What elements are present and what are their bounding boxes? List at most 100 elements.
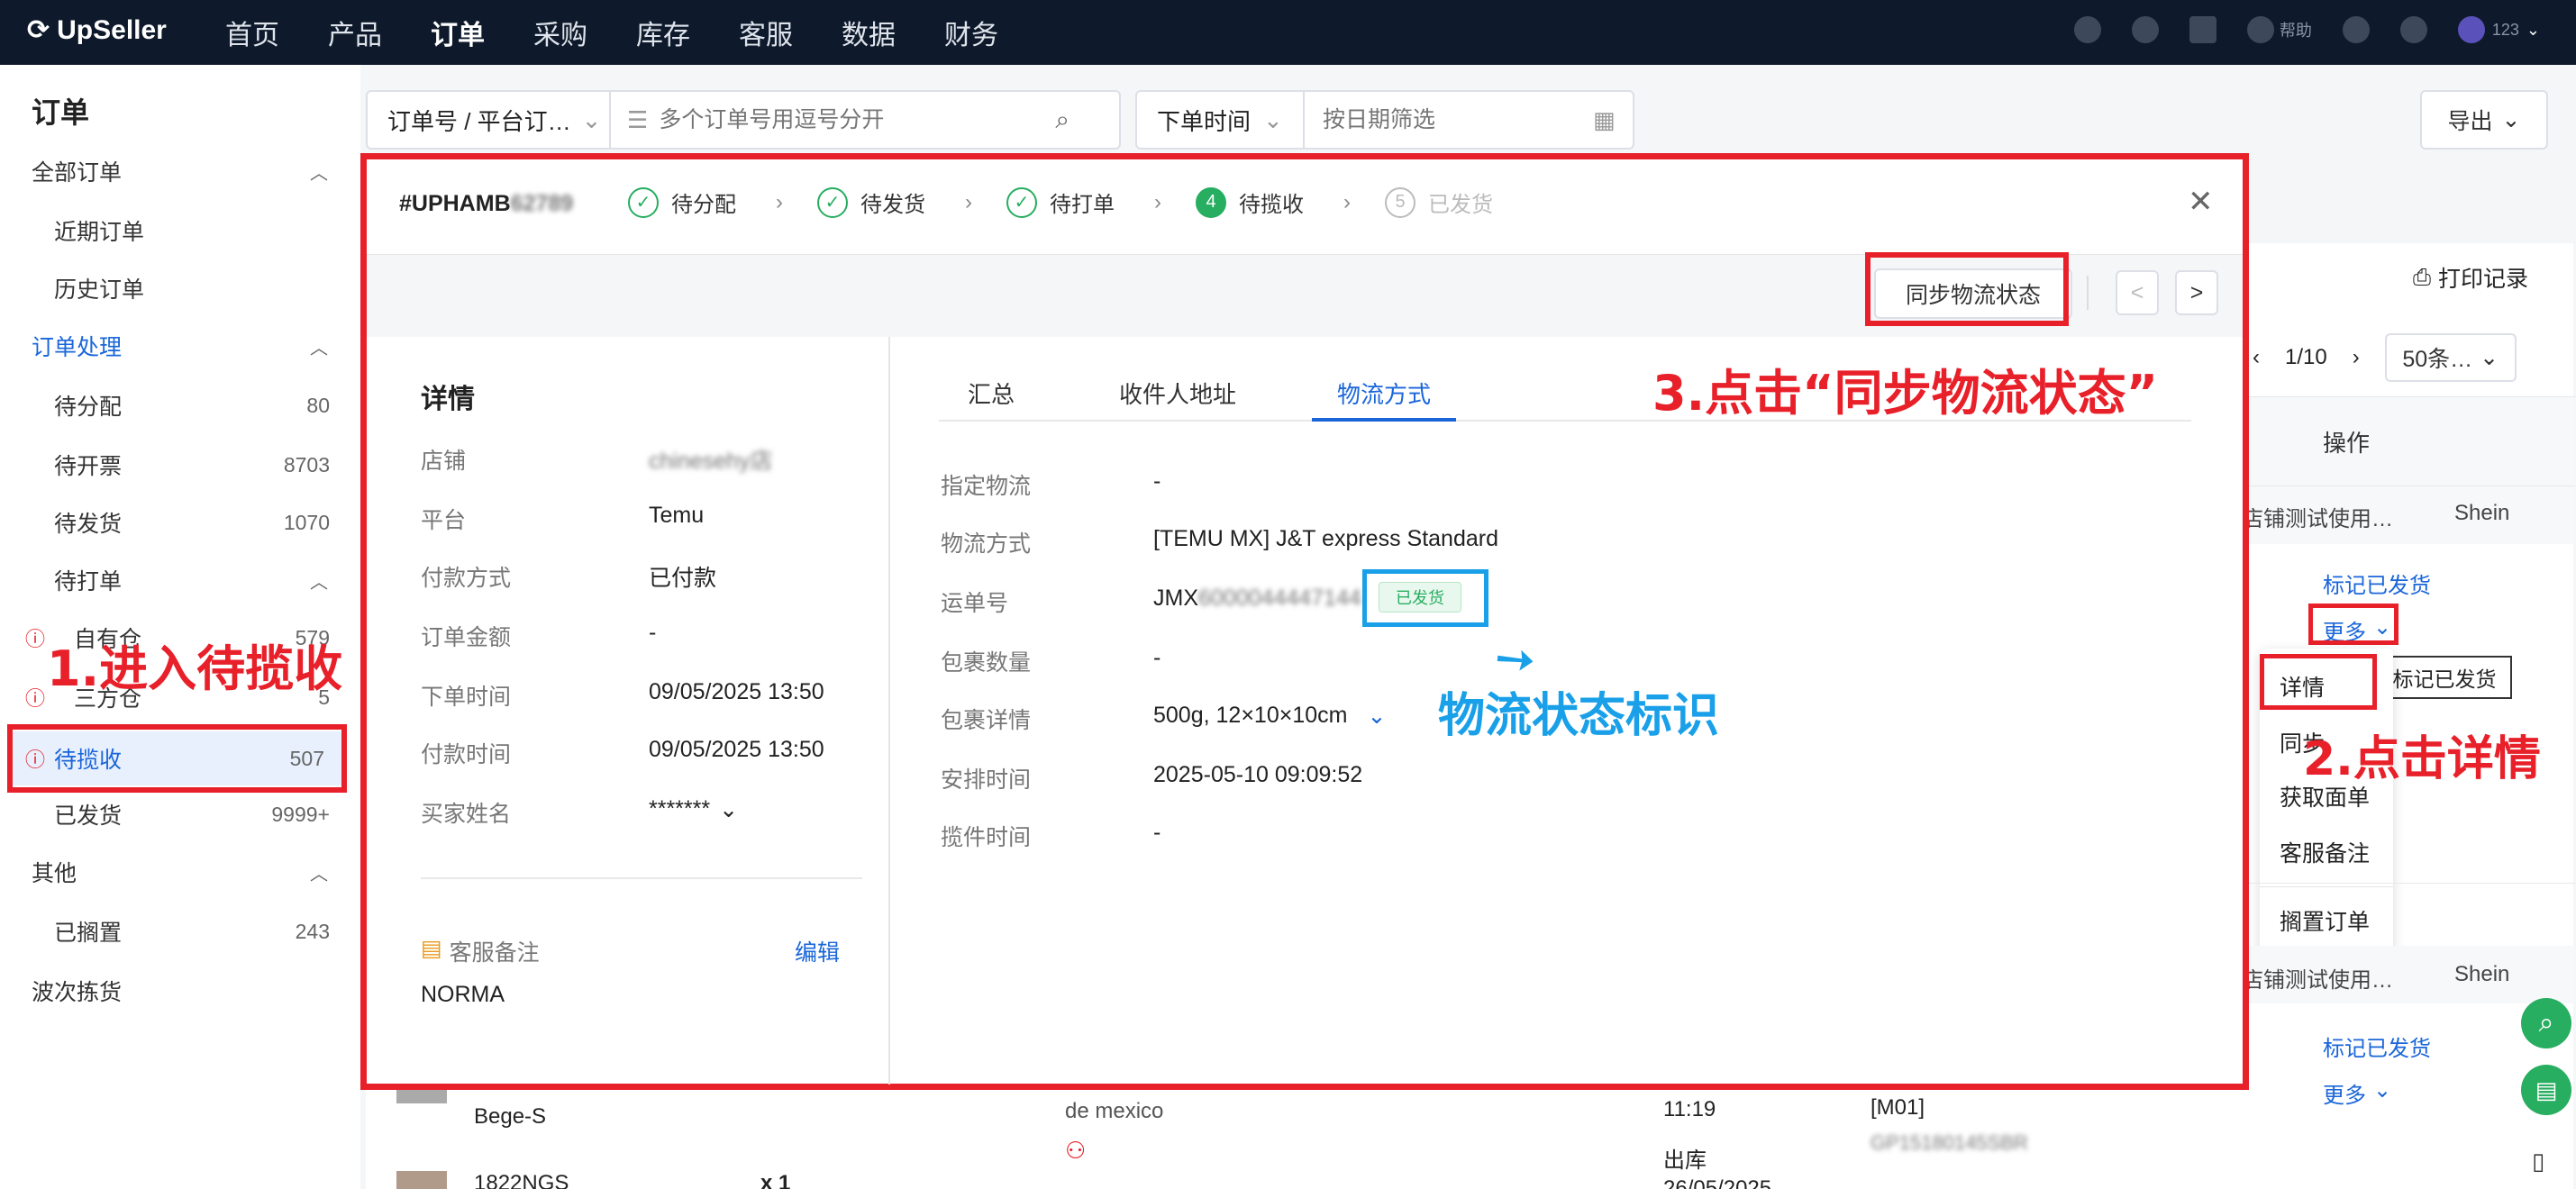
toolbar-divider — [2087, 276, 2089, 310]
nav-inventory[interactable]: 库存 — [636, 13, 690, 52]
nav-service[interactable]: 客服 — [739, 13, 793, 52]
nav-orders[interactable]: 订单 — [431, 13, 485, 52]
tools-icon[interactable] — [2131, 16, 2159, 43]
sidebar-item-label: 全部订单 — [32, 160, 123, 186]
highlight-box-more — [2308, 604, 2399, 645]
chevron-down-icon: ⌄ — [2480, 345, 2499, 370]
order-number-input[interactable] — [659, 106, 1056, 133]
note-label-text: 客服备注 — [449, 940, 540, 966]
date-range-input[interactable] — [1323, 106, 1593, 133]
chevron-right-icon: › — [1154, 189, 1161, 214]
warehouse-text: 出库 — [1663, 1148, 1707, 1173]
settings-icon[interactable] — [2399, 16, 2427, 43]
phone-icon[interactable]: ▯ — [2532, 1148, 2544, 1175]
order-amount-value: - — [649, 620, 657, 645]
sidebar-item-to-invoice[interactable]: 待开票 8703 — [0, 441, 360, 488]
help-label: 帮助 — [2279, 22, 2312, 40]
step-label: 待发货 — [860, 193, 925, 217]
menu-item-hold-order[interactable]: 搁置订单 — [2280, 904, 2370, 937]
tab-recipient-address[interactable]: 收件人地址 — [1119, 377, 1236, 410]
menu-item-service-note[interactable]: 客服备注 — [2280, 836, 2370, 868]
search-icon[interactable]: ⌕ — [1055, 105, 1070, 135]
mark-shipped-link[interactable]: 标记已发货 — [2323, 567, 2431, 599]
sidebar-item-label: 历史订单 — [54, 277, 145, 303]
nav-purchase[interactable]: 采购 — [533, 13, 587, 52]
tab-logistics[interactable]: 物流方式 — [1337, 377, 1431, 410]
globe-icon[interactable] — [2073, 16, 2101, 43]
sidebar-item-label: 待开票 — [54, 454, 123, 479]
diamond-icon — [2457, 16, 2485, 43]
platform-name: Shein — [2454, 962, 2510, 986]
sidebar-item-to-assign[interactable]: 待分配 80 — [0, 382, 360, 429]
order-type-select[interactable]: 订单号 / 平台订… ⌄ — [368, 92, 611, 148]
sidebar-item-shipped[interactable]: 已发货 9999+ — [0, 791, 360, 838]
prev-order-button[interactable]: < — [2116, 270, 2159, 315]
annotation-status-tag: 物流状态标识 — [1438, 689, 1720, 743]
store-value: chinesehy店 — [649, 449, 773, 474]
check-circle-icon: ✓ — [628, 186, 659, 218]
export-button[interactable]: 导出 ⌄ — [2420, 90, 2548, 150]
sidebar-item-on-hold[interactable]: 已搁置 243 — [0, 908, 360, 955]
nav-data[interactable]: 数据 — [842, 13, 896, 52]
sidebar-item-recent-orders[interactable]: 近期订单 — [0, 207, 360, 254]
sidebar-item-wave-picking[interactable]: 波次拣货 — [0, 967, 360, 1014]
row-divider — [2249, 883, 2575, 884]
tooltip: 标记已发货 — [2377, 656, 2512, 699]
date-type-select[interactable]: 下单时间 ⌄ — [1137, 92, 1305, 148]
step-label: 待分配 — [671, 193, 736, 217]
store-name: 店铺测试使用… — [2242, 968, 2393, 993]
buyer-name-toggle[interactable]: ******* ⌄ — [649, 796, 738, 823]
warning-icon: ⓘ — [25, 628, 46, 650]
next-page-icon[interactable]: › — [2353, 345, 2360, 370]
store-name: 店铺测试使用… — [2242, 507, 2393, 531]
printer-icon: ⎙ — [2413, 264, 2432, 290]
book-icon[interactable]: ▤ — [2521, 1065, 2571, 1115]
logistics-label: 指定物流 — [941, 474, 1032, 499]
edit-note-link[interactable]: 编辑 — [795, 935, 840, 967]
more-dropdown[interactable]: 更多 ⌄ — [2323, 1077, 2391, 1109]
sidebar-item-to-ship[interactable]: 待发货 1070 — [0, 499, 360, 546]
date-filter-bar: 下单时间 ⌄ ▦ — [1135, 90, 1634, 150]
annotation-step1: 1.进入待揽收 — [47, 640, 343, 697]
detail-label: 订单金额 — [421, 625, 512, 650]
tracking-number: JMX 6000044447144 — [1153, 585, 1361, 612]
sidebar-group-processing[interactable]: 订单处理 ︿ — [0, 322, 360, 369]
chevron-down-icon: ⌄ — [2373, 1078, 2392, 1103]
help-link[interactable]: 帮助 — [2246, 16, 2312, 43]
print-record-link[interactable]: ⎙ 打印记录 — [2413, 261, 2528, 294]
logistics-label: 包裹详情 — [941, 708, 1032, 733]
bell-icon[interactable] — [2342, 16, 2370, 43]
check-circle-icon: ✓ — [817, 186, 848, 218]
sidebar-item-to-print[interactable]: 待打单 ︿ — [0, 557, 360, 604]
assigned-carrier-value: - — [1153, 468, 1161, 494]
app-logo[interactable]: ⟳ UpSeller — [27, 14, 167, 46]
prev-page-icon[interactable]: ‹ — [2253, 345, 2260, 370]
mark-shipped-link[interactable]: 标记已发货 — [2323, 1030, 2431, 1062]
annotation-step3: 3.点击“同步物流状态” — [1652, 365, 2159, 422]
search-icon[interactable]: ⌕ — [2521, 998, 2571, 1048]
sidebar-item-count: 80 — [306, 393, 330, 417]
nav-finance[interactable]: 财务 — [944, 13, 998, 52]
next-order-button[interactable]: > — [2175, 270, 2218, 315]
calendar-icon[interactable]: ▦ — [1593, 106, 1616, 134]
chevron-right-icon: › — [776, 189, 783, 214]
details-divider — [421, 877, 862, 879]
package-details-toggle[interactable]: 500g, 12×10×10cm ⌄ — [1153, 703, 1386, 730]
order-search-bar: 订单号 / 平台订… ⌄ ☰ ⌕ — [366, 90, 1121, 150]
sidebar-group-all-orders[interactable]: 全部订单 ︿ — [0, 148, 360, 195]
nav-products[interactable]: 产品 — [328, 13, 382, 52]
sidebar-group-other[interactable]: 其他 ︿ — [0, 849, 360, 895]
service-note-label: ▤ 客服备注 — [421, 935, 540, 967]
grid-icon[interactable] — [2189, 16, 2216, 43]
close-icon[interactable]: ✕ — [2188, 184, 2214, 220]
nav-home[interactable]: 首页 — [225, 13, 279, 52]
chevron-down-icon: ⌄ — [2526, 20, 2540, 39]
top-navigation-bar: ⟳ UpSeller 首页 产品 订单 采购 库存 客服 数据 财务 帮助 12… — [0, 0, 2576, 65]
tab-summary[interactable]: 汇总 — [968, 377, 1015, 410]
sidebar-item-history-orders[interactable]: 历史订单 — [0, 265, 360, 312]
order-id-masked: 62789 — [510, 191, 574, 216]
date-text: 26/05/2025 — [1663, 1176, 1772, 1189]
account-menu[interactable]: 123 ⌄ — [2457, 16, 2540, 43]
detail-label: 付款时间 — [421, 742, 512, 767]
page-size-select[interactable]: 50条… ⌄ — [2384, 333, 2517, 382]
